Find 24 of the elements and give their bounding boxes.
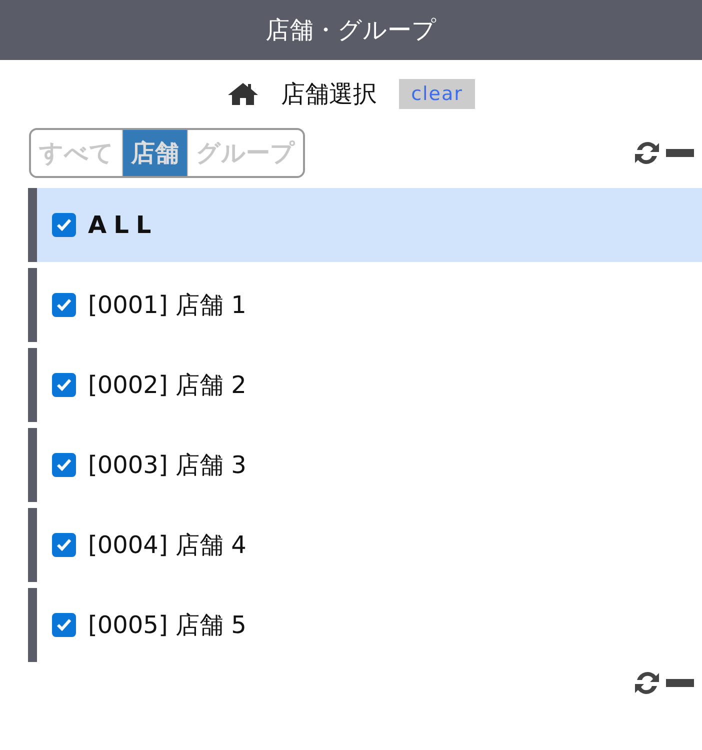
item-label: [0002] 店舗 2 — [88, 370, 246, 401]
checkbox[interactable] — [52, 613, 76, 637]
checkmark-icon — [56, 458, 72, 472]
list-item[interactable]: ALL — [28, 188, 702, 262]
refresh-icon[interactable] — [632, 140, 662, 166]
item-label: [0004] 店舗 4 — [88, 530, 246, 561]
item-label: [0001] 店舗 1 — [88, 290, 246, 321]
checkbox[interactable] — [52, 373, 76, 397]
checkbox[interactable] — [52, 533, 76, 557]
item-label: ALL — [88, 211, 158, 239]
header-title: 店舗・グループ — [266, 15, 436, 46]
checkmark-icon — [56, 618, 72, 632]
home-icon — [227, 82, 260, 106]
checkmark-icon — [56, 378, 72, 392]
refresh-icon[interactable] — [632, 670, 662, 696]
item-label: [0003] 店舗 3 — [88, 450, 246, 481]
section-title: 店舗選択 — [281, 79, 378, 110]
checkbox[interactable] — [52, 213, 76, 237]
checkmark-icon — [56, 538, 72, 552]
checkbox[interactable] — [52, 293, 76, 317]
item-label: [0005] 店舗 5 — [88, 610, 246, 641]
checkmark-icon — [56, 218, 72, 232]
checkmark-icon — [56, 298, 72, 312]
checkbox[interactable] — [52, 453, 76, 477]
